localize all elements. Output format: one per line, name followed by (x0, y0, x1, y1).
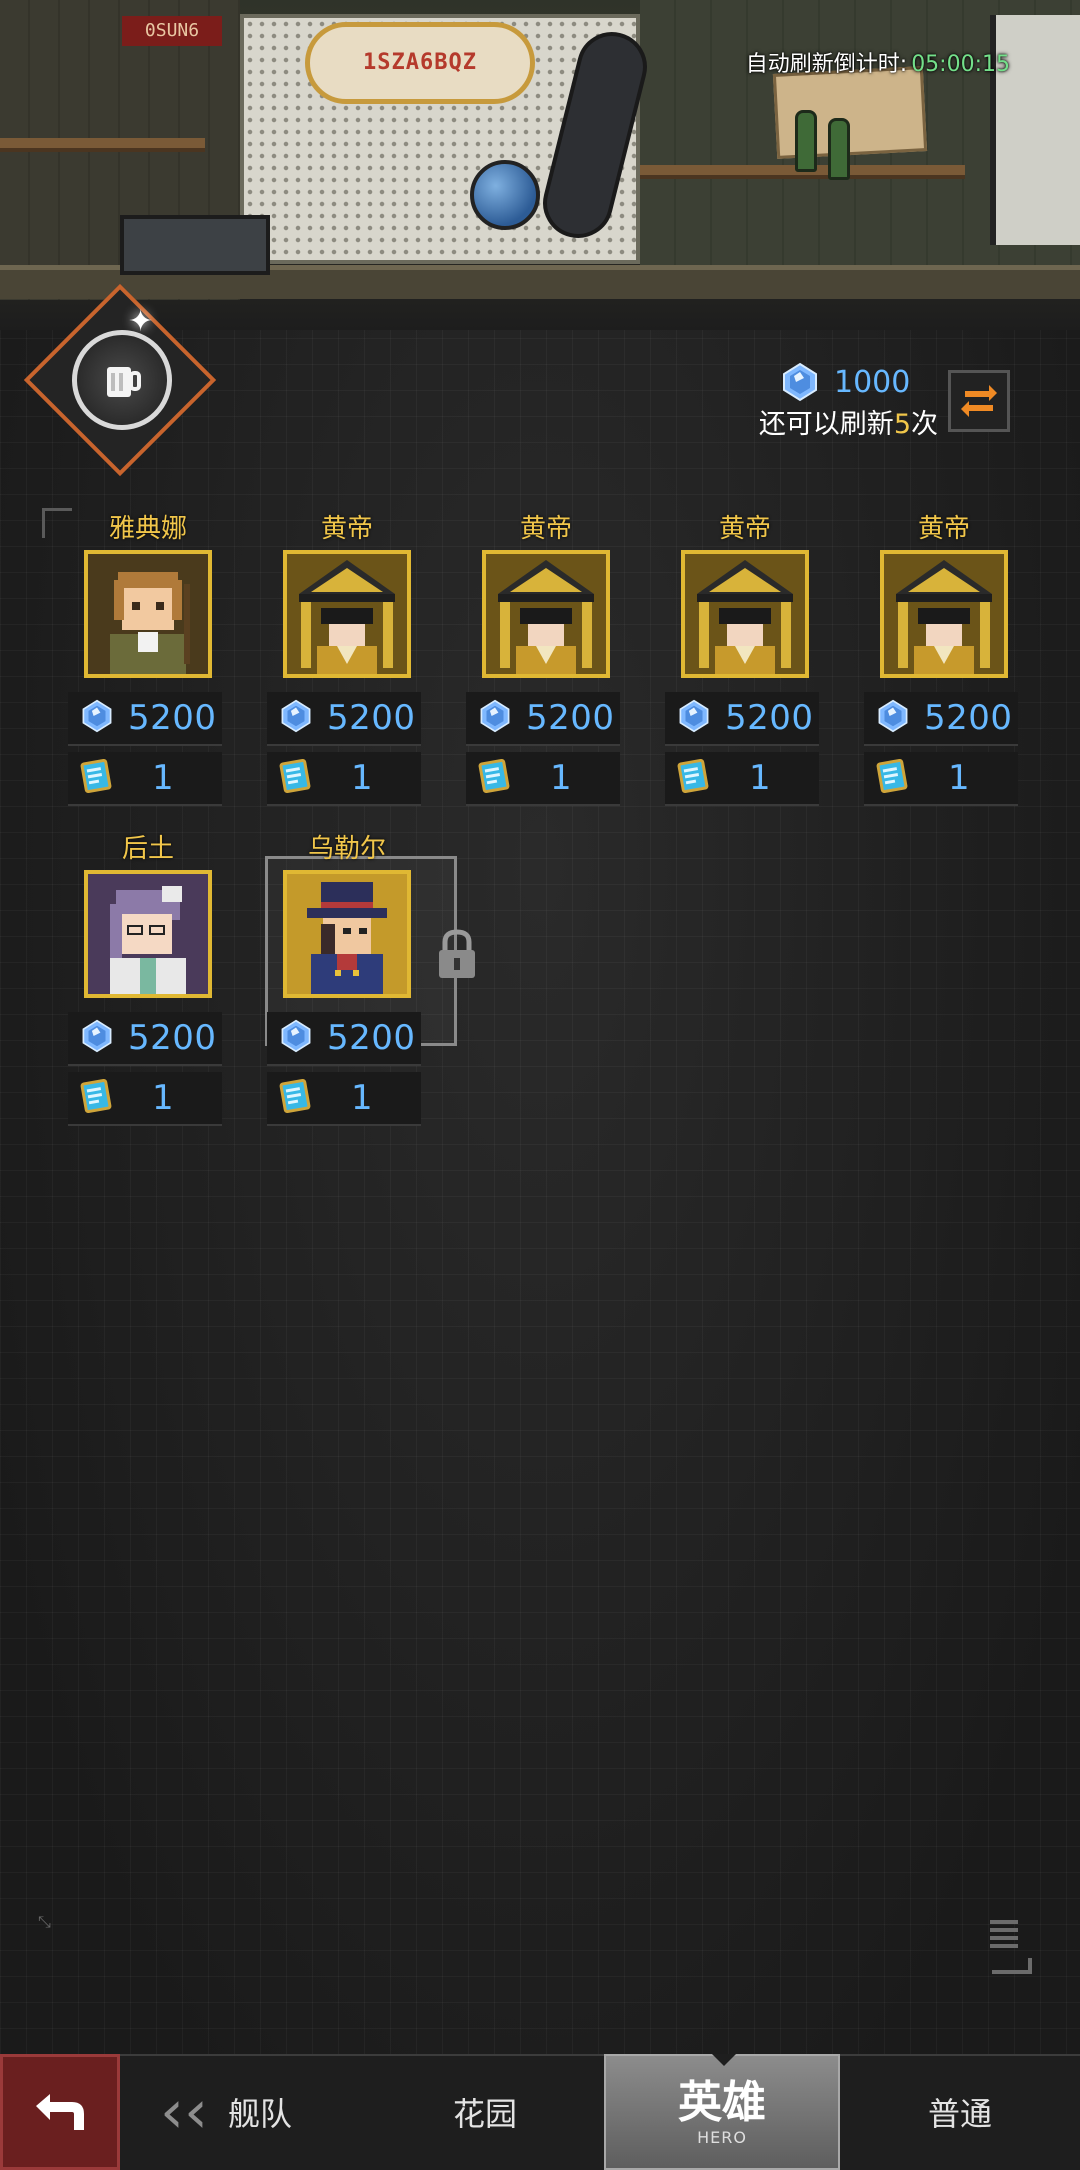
hero-ticket-cost[interactable]: 1 (864, 752, 1018, 806)
tab-garden[interactable]: 花园 (380, 2054, 590, 2170)
ticket-value: 1 (152, 1078, 174, 1118)
tab-normal-label: 普通 (927, 2095, 992, 2133)
ticket-value: 1 (152, 758, 174, 798)
shop-sign: 1SZA6BQZ (305, 22, 535, 104)
tab-hero[interactable]: 英雄 HERO (604, 2054, 840, 2170)
price-value: 5200 (128, 1018, 217, 1058)
hero-price[interactable]: 5200 (68, 692, 222, 746)
hero-portrait-huangdi[interactable] (482, 550, 610, 678)
blue-gem-icon (677, 699, 711, 737)
hero-ticket-cost[interactable]: 1 (267, 752, 421, 806)
hero-price[interactable]: 5200 (267, 692, 421, 746)
cash-register-decor (120, 215, 270, 275)
price-value: 5200 (327, 1018, 416, 1058)
scroll-ticket-icon (275, 756, 315, 800)
hero-name: 黄帝 (718, 514, 771, 544)
refresh-arrows-icon (961, 385, 997, 417)
refresh-button[interactable] (948, 370, 1010, 432)
blue-gem-icon (783, 362, 817, 402)
hero-portrait-ullr[interactable] (283, 870, 411, 998)
gem-balance: 1000 (780, 362, 910, 402)
ticket-value: 1 (948, 758, 970, 798)
refresh-suffix: 次 (911, 409, 938, 440)
hero-name: 后土 (121, 834, 174, 864)
globe-decor (470, 160, 540, 230)
hero-portrait-athena[interactable] (84, 550, 212, 678)
active-tab-notch (712, 2054, 736, 2066)
price-value: 5200 (128, 698, 217, 738)
bottle-decor (828, 118, 850, 180)
lock-icon[interactable] (435, 928, 479, 980)
expand-icon[interactable]: ⤡ (38, 1912, 51, 1932)
tab-fleet[interactable]: ‹‹ 舰队 (150, 2054, 370, 2170)
timer-value: 05:00:15 (911, 52, 1010, 77)
scroll-ticket-icon (76, 1076, 116, 1120)
blue-gem-icon (279, 1019, 313, 1057)
timer-label: 自动刷新倒计时: (745, 52, 908, 77)
bottle-decor (795, 110, 817, 172)
hero-name: 雅典娜 (108, 514, 187, 544)
scroll-ticket-icon (673, 756, 713, 800)
scroll-ticket-icon (76, 756, 116, 800)
gem-amount: 1000 (834, 364, 911, 400)
blue-gem-icon (80, 1019, 114, 1057)
double-chevron-left-icon: ‹‹ (160, 2077, 208, 2147)
hero-name: 黄帝 (519, 514, 572, 544)
tab-fleet-label: 舰队 (227, 2095, 292, 2133)
blue-gem-icon (478, 699, 512, 737)
scroll-ticket-icon (474, 756, 514, 800)
blue-gem-icon (876, 699, 910, 737)
scroll-ticket-icon (275, 1076, 315, 1120)
hero-ticket-cost[interactable]: 1 (68, 1072, 222, 1126)
blue-gem-icon (80, 699, 114, 737)
blue-gem-icon (279, 699, 313, 737)
hero-price[interactable]: 5200 (267, 1012, 421, 1066)
refresh-remaining-text: 还可以刷新5次 (759, 402, 938, 441)
tab-hero-label: 英雄 (678, 2076, 766, 2128)
refresh-prefix: 还可以刷新 (758, 409, 894, 440)
hero-ticket-cost[interactable]: 1 (68, 752, 222, 806)
back-button[interactable] (0, 2054, 120, 2170)
auto-refresh-timer: 自动刷新倒计时: 05:00:15 (746, 46, 1010, 78)
hero-price[interactable]: 5200 (466, 692, 620, 746)
hero-portrait-huangdi[interactable] (681, 550, 809, 678)
ticket-value: 1 (351, 758, 373, 798)
hero-price[interactable]: 5200 (864, 692, 1018, 746)
hero-portrait-houtu[interactable] (84, 870, 212, 998)
ticket-value: 1 (351, 1078, 373, 1118)
hero-price[interactable]: 5200 (665, 692, 819, 746)
hero-portrait-huangdi[interactable] (283, 550, 411, 678)
shelf-left (0, 138, 205, 152)
return-arrow-icon (36, 2094, 84, 2130)
price-value: 5200 (526, 698, 615, 738)
tab-garden-label: 花园 (452, 2095, 517, 2133)
mug-icon (107, 367, 141, 397)
hero-portrait-huangdi[interactable] (880, 550, 1008, 678)
hero-name: 乌勒尔 (307, 834, 386, 864)
hero-name: 黄帝 (917, 514, 970, 544)
plate-sign: 0SUN6 (122, 16, 222, 46)
price-value: 5200 (327, 698, 416, 738)
scroll-ticket-icon (872, 756, 912, 800)
ticket-value: 1 (550, 758, 572, 798)
hero-name: 黄帝 (320, 514, 373, 544)
equalizer-icon[interactable] (984, 1916, 1036, 1978)
price-value: 5200 (924, 698, 1013, 738)
tab-normal[interactable]: 普通 (860, 2054, 1060, 2170)
hero-ticket-cost[interactable]: 1 (267, 1072, 421, 1126)
sparkle-icon: ✦ (128, 304, 154, 339)
tab-hero-sublabel: HERO (697, 2127, 747, 2147)
hero-ticket-cost[interactable]: 1 (466, 752, 620, 806)
hero-price[interactable]: 5200 (68, 1012, 222, 1066)
price-value: 5200 (725, 698, 814, 738)
ticket-value: 1 (749, 758, 771, 798)
refresh-count: 5 (893, 409, 911, 440)
hero-ticket-cost[interactable]: 1 (665, 752, 819, 806)
